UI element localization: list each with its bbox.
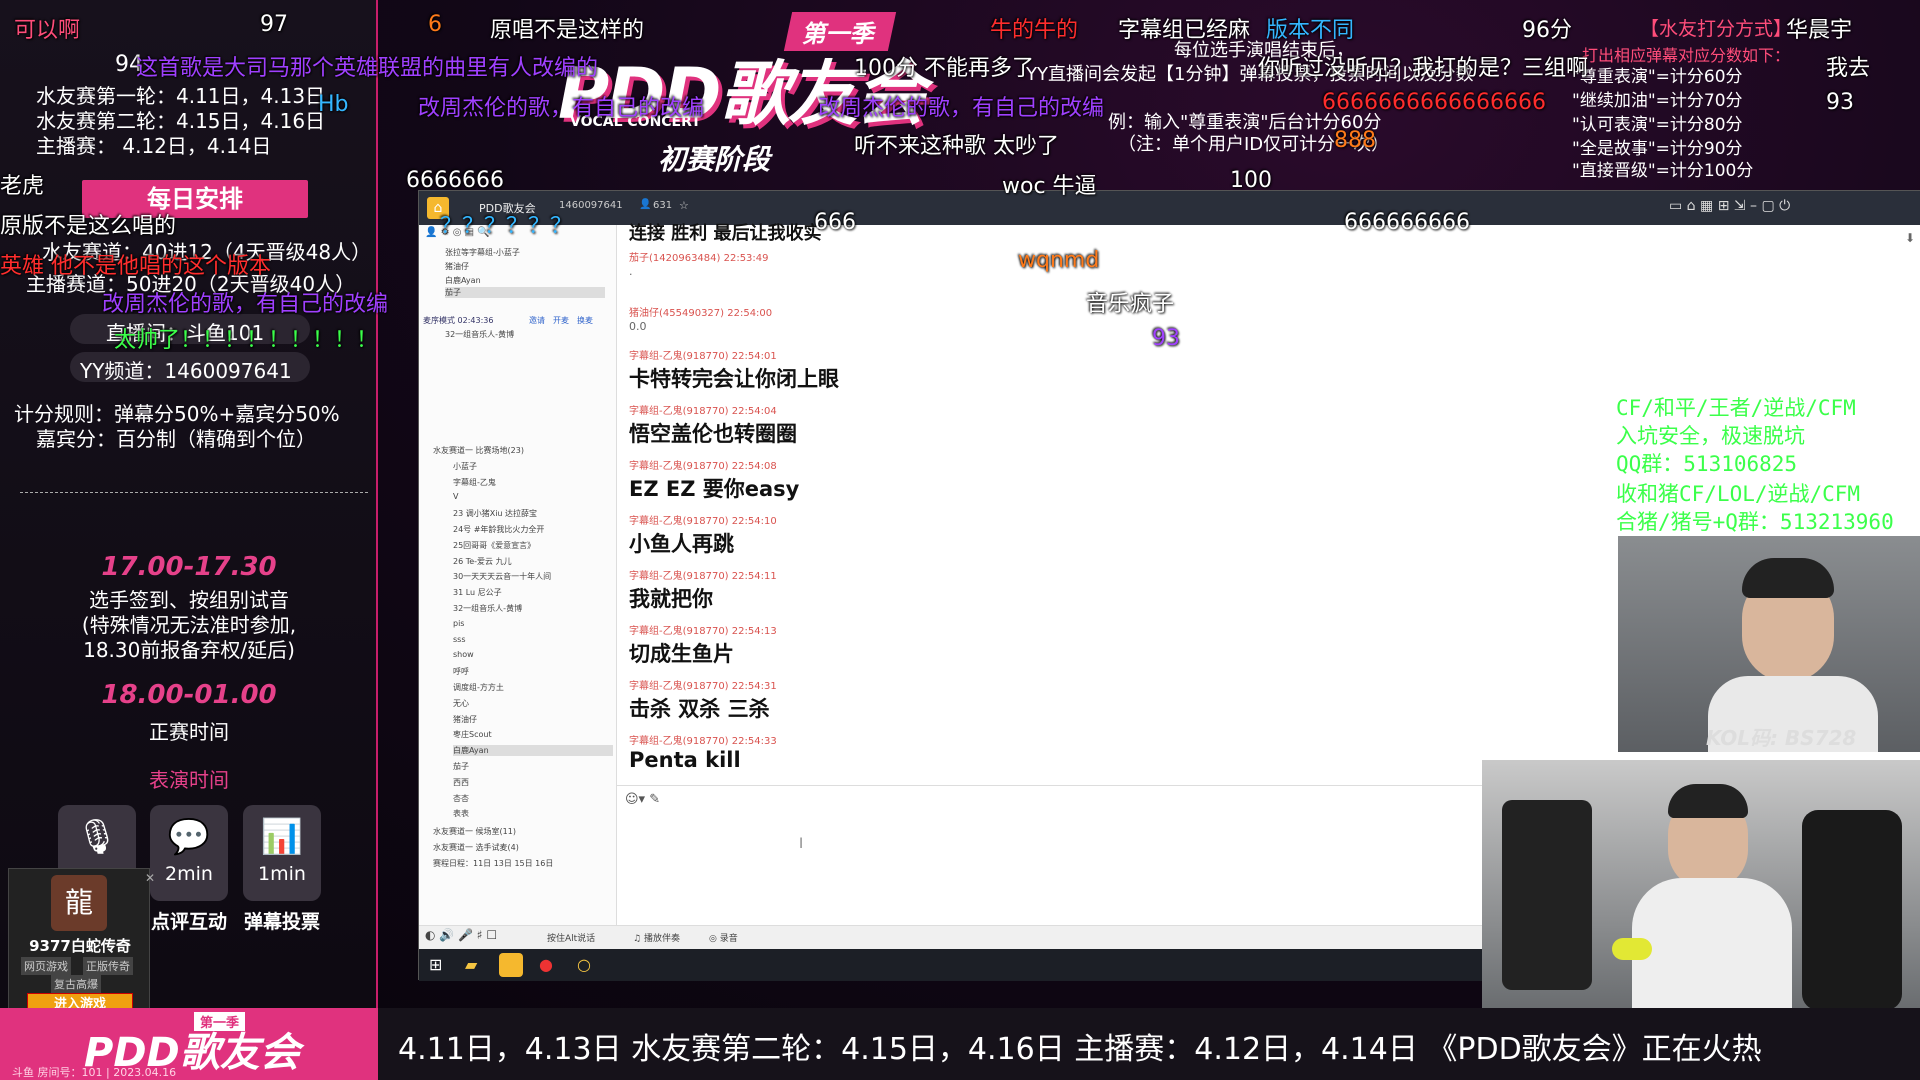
danmaku-comment: 音乐疯子 — [1086, 292, 1175, 317]
danmaku-comment: 6666666 — [406, 168, 504, 193]
danmaku-comment: 老虎 — [0, 174, 45, 199]
danmaku-comment: 100分 — [854, 56, 918, 81]
danmaku-comment: 93 — [1152, 326, 1180, 351]
danmaku-comment: 6 — [428, 12, 442, 37]
danmaku-comment: 原版不是这么唱的 — [0, 214, 177, 239]
footer-small-text: 斗鱼 房间号：101 | 2023.04.16 — [12, 1066, 177, 1079]
danmaku-comment: 改周杰伦的歌，有自己的改编 — [102, 292, 389, 317]
danmaku-comment: 96分 — [1522, 18, 1572, 43]
danmaku-comment: ？？？？？？ — [440, 214, 573, 239]
danmaku-comment: 华晨宇 — [1786, 18, 1853, 43]
danmaku-comment: 你听过没听见？我打的是？三组啊 — [1258, 56, 1589, 81]
danmaku-layer: 可以啊 97 6 原唱不是这样的 牛的牛的 字幕组已经麻 版本不同 96分 华晨宇这首歌是大司马… — [0, 0, 1920, 1008]
danmaku-comment: 太帅了！！！！！！！！！ — [114, 328, 379, 353]
danmaku-comment: 改周杰伦的歌，有自己的改编 — [418, 96, 705, 121]
footer-logo-area: 第一季 PDD歌友会 斗鱼 房间号：101 | 2023.04.16 — [0, 1008, 378, 1080]
ticker-text: 4.11日，4.13日 水友赛第二轮：4.15日，4.16日 主播赛：4.12日… — [398, 1032, 1762, 1067]
danmaku-comment: 字幕组已经麻 — [1118, 18, 1251, 43]
danmaku-comment: wqnmd — [1018, 248, 1100, 273]
danmaku-comment: 100 — [1230, 168, 1272, 193]
danmaku-comment: 97 — [260, 12, 288, 37]
danmaku-comment: 牛的牛的 — [990, 18, 1079, 43]
danmaku-comment: 666666666 — [1344, 210, 1470, 235]
danmaku-comment: 英雄 他不是他唱的这个版本 — [0, 254, 271, 279]
danmaku-comment: 不能再多了 — [924, 56, 1035, 81]
danmaku-comment: 原唱不是这样的 — [490, 18, 645, 43]
danmaku-comment: 93 — [1826, 90, 1854, 115]
danmaku-comment: 888 — [1334, 128, 1376, 153]
danmaku-comment: woc 牛逼 — [1002, 174, 1097, 199]
danmaku-comment: 版本不同 — [1266, 18, 1355, 43]
danmaku-comment: 改周杰伦的歌，有自己的改编 — [818, 96, 1105, 121]
danmaku-comment: 听不来这种歌 太吵了 — [854, 134, 1059, 159]
stream-overlay: 94 水友赛第一轮：4.11日，4.13日 水友赛第二轮：4.15日，4.16日… — [0, 0, 1920, 1080]
danmaku-comment: 这首歌是大司马那个英雄联盟的曲里有人改编的 — [136, 56, 599, 81]
danmaku-comment: 6666666666666666 — [1322, 90, 1546, 115]
danmaku-comment: 可以啊 — [14, 18, 81, 43]
danmaku-comment: 666 — [814, 210, 856, 235]
danmaku-comment: Hb — [318, 92, 349, 117]
danmaku-comment: 我去 — [1826, 56, 1871, 81]
